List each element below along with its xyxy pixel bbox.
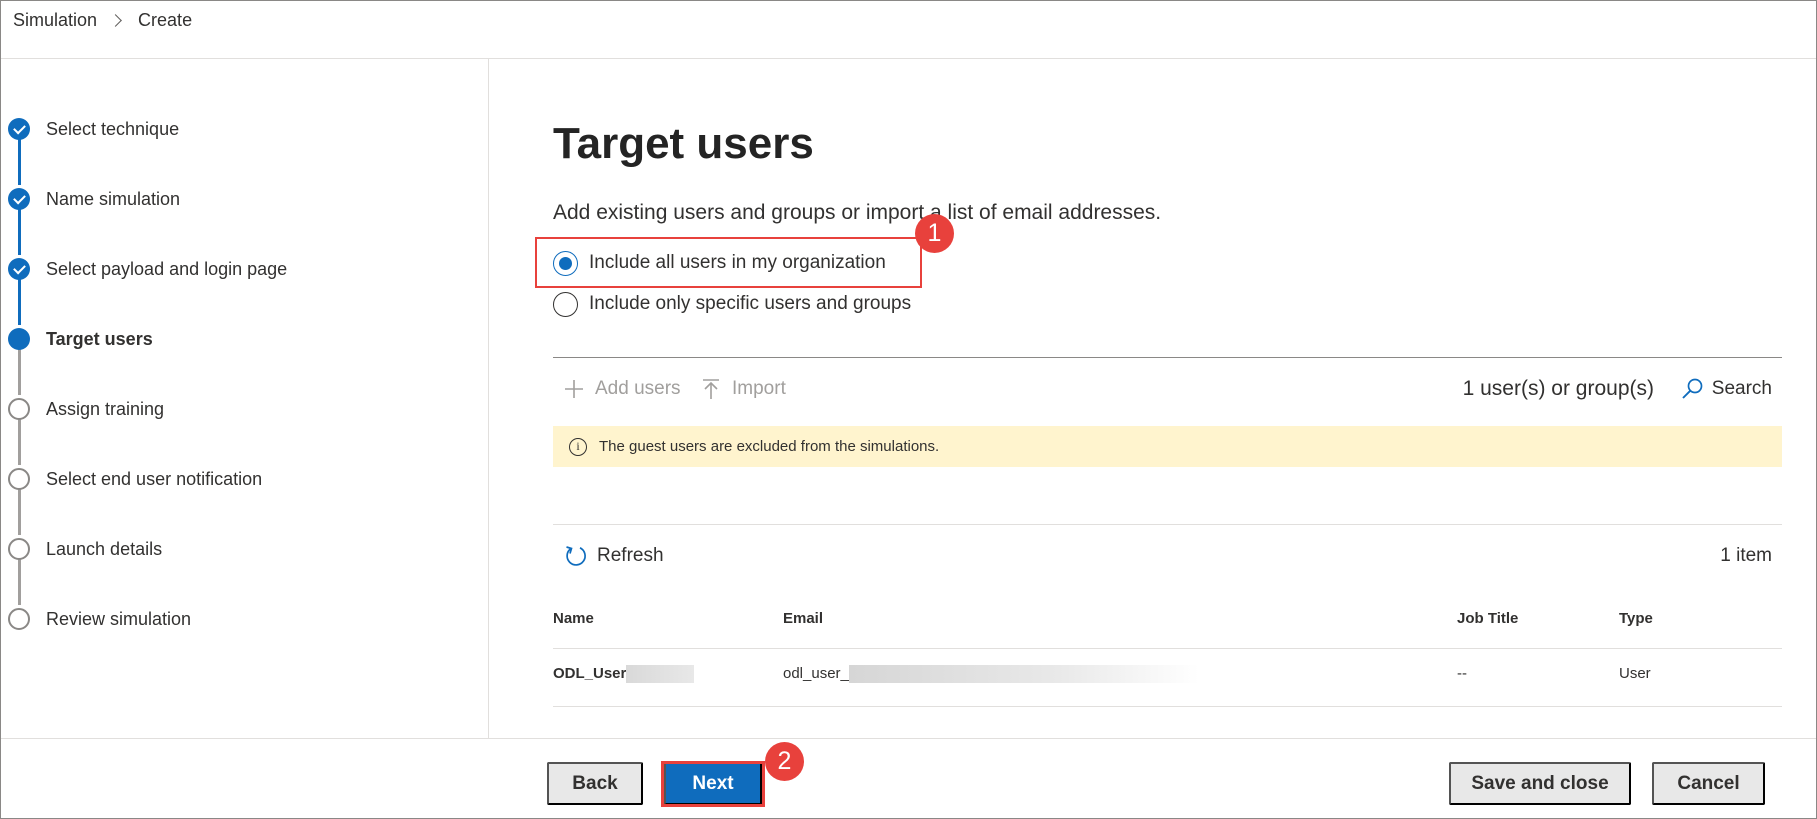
column-header-type[interactable]: Type: [1619, 610, 1653, 627]
section-divider: [553, 357, 1782, 358]
step-label: Assign training: [46, 398, 165, 419]
plus-icon: [565, 380, 583, 398]
footer-divider: [1, 738, 1816, 739]
back-button[interactable]: Back: [547, 762, 643, 805]
circle-icon: [8, 608, 30, 630]
current-step-icon: [8, 328, 30, 350]
step-select-payload[interactable]: Select payload and login page: [8, 256, 287, 282]
selection-count: 1 user(s) or group(s): [1462, 377, 1654, 400]
user-email: odl_user_: [783, 665, 849, 682]
column-header-job-title[interactable]: Job Title: [1457, 610, 1518, 627]
search-button[interactable]: Search: [1680, 369, 1772, 409]
user-name: ODL_User: [553, 665, 627, 682]
annotation-badge: 1: [915, 214, 954, 253]
import-label: Import: [732, 378, 786, 399]
radio-include-specific-users[interactable]: Include only specific users and groups: [553, 290, 911, 318]
step-label: Target users: [46, 328, 153, 349]
search-label: Search: [1711, 378, 1772, 399]
radio-unchecked-icon: [553, 291, 578, 317]
wizard-steps: Select technique Name simulation Select …: [0, 59, 489, 739]
annotation-badge: 2: [765, 742, 804, 781]
step-label: Select end user notification: [46, 468, 263, 489]
circle-icon: [8, 398, 30, 420]
step-select-technique[interactable]: Select technique: [8, 116, 179, 142]
add-users-label: Add users: [595, 378, 681, 399]
item-count: 1 item: [1720, 545, 1772, 566]
step-label: Review simulation: [46, 608, 192, 629]
import-button[interactable]: Import: [701, 369, 786, 409]
step-label: Select payload and login page: [46, 258, 288, 279]
info-icon: i: [569, 437, 587, 456]
list-divider: [553, 524, 1782, 525]
column-header-email[interactable]: Email: [783, 610, 823, 627]
cell-email: odl_user_: [783, 665, 1199, 684]
info-banner: i The guest users are excluded from the …: [553, 426, 1782, 467]
cancel-button[interactable]: Cancel: [1652, 762, 1765, 805]
circle-icon: [8, 468, 30, 490]
page-title: Target users: [553, 119, 814, 168]
radio-label: Include all users in my organization: [589, 252, 886, 273]
upload-icon: [703, 379, 719, 399]
radio-include-all-users[interactable]: Include all users in my organization: [553, 249, 886, 277]
redacted-email-part: [848, 665, 1199, 684]
refresh-button[interactable]: Refresh: [563, 539, 664, 573]
step-review-simulation[interactable]: Review simulation: [8, 606, 191, 632]
breadcrumb-root[interactable]: Simulation: [13, 10, 97, 31]
refresh-icon: [566, 546, 586, 566]
step-assign-training[interactable]: Assign training: [8, 396, 164, 422]
step-launch-details[interactable]: Launch details: [8, 536, 162, 562]
users-toolbar: Add users Import 1 user(s) or group(s) S…: [553, 369, 1782, 409]
save-and-close-button[interactable]: Save and close: [1449, 762, 1631, 805]
step-label: Name simulation: [46, 188, 181, 209]
step-label: Select technique: [46, 118, 180, 139]
header-row-divider: [553, 648, 1782, 649]
row-divider: [553, 706, 1782, 707]
step-label: Launch details: [46, 538, 163, 559]
refresh-label: Refresh: [597, 545, 664, 566]
step-name-simulation[interactable]: Name simulation: [8, 186, 180, 212]
column-header-name[interactable]: Name: [553, 610, 594, 627]
checkmark-icon: [8, 258, 30, 280]
info-message: The guest users are excluded from the si…: [599, 438, 940, 455]
checkmark-icon: [8, 188, 30, 210]
cell-name[interactable]: ODL_User: [553, 665, 695, 684]
page-description: Add existing users and groups or import …: [553, 201, 1162, 224]
chevron-right-icon: [109, 13, 122, 27]
circle-icon: [8, 538, 30, 560]
radio-checked-icon: [553, 250, 578, 276]
step-end-user-notification[interactable]: Select end user notification: [8, 466, 262, 492]
breadcrumb-current: Create: [138, 9, 193, 30]
step-target-users[interactable]: Target users: [8, 326, 153, 352]
annotation-highlight-box: [661, 761, 765, 807]
cell-job-title: --: [1457, 665, 1467, 682]
radio-label: Include only specific users and groups: [589, 293, 912, 314]
redacted-name-part: [626, 665, 695, 684]
cell-type: User: [1619, 665, 1651, 682]
add-users-button[interactable]: Add users: [563, 369, 681, 409]
checkmark-icon: [8, 118, 30, 140]
search-icon: [1682, 378, 1703, 399]
breadcrumb: Simulation Create: [13, 8, 192, 32]
